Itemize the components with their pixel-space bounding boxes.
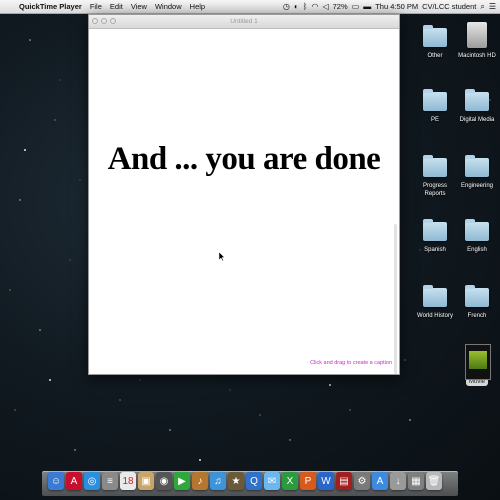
battery-percent[interactable]: 72% [333, 0, 348, 13]
desktop-folder-digital-media[interactable]: Digital Media [447, 86, 500, 124]
dock: ☺ A ◎ ≡ 18 ▣ ◉ ▶ ♪ ♫ ★ Q ✉ X P W ▤ ⚙ A ↓ ▦ 🗑 [42, 471, 458, 496]
desktop-icon-label: French [467, 313, 487, 319]
folder-icon [421, 22, 449, 48]
menu-edit[interactable]: Edit [110, 0, 123, 13]
facetime-icon[interactable]: ▶ [174, 472, 190, 490]
word-icon[interactable]: W [318, 472, 334, 490]
folder-icon [421, 216, 449, 242]
sync-icon[interactable]: ◐ [294, 0, 299, 13]
itunes-icon[interactable]: ♫ [210, 472, 226, 490]
spotlight-icon[interactable]: ⌕ [480, 0, 484, 13]
quicktime-window: Untitled 1 And ... you are done Click an… [88, 14, 400, 375]
folder-icon [463, 216, 491, 242]
menu-window[interactable]: Window [155, 0, 182, 13]
desktop-folder-engineering[interactable]: Engineering [447, 152, 500, 190]
notes-icon[interactable]: ≡ [102, 472, 118, 490]
garageband-icon[interactable]: ♪ [192, 472, 208, 490]
folder-icon [421, 282, 449, 308]
window-titlebar[interactable]: Untitled 1 [89, 15, 399, 29]
imovie-icon[interactable]: ★ [228, 472, 244, 490]
folder-icon [421, 152, 449, 178]
system-preferences-icon[interactable]: ⚙ [354, 472, 370, 490]
calendar-icon[interactable]: 18 [120, 472, 136, 490]
menu-bar: QuickTime Player File Edit View Window H… [0, 0, 500, 14]
folder-icon [421, 86, 449, 112]
hard-drive-icon [463, 22, 491, 48]
notifications-icon[interactable]: ☰ [489, 0, 496, 13]
app-store-icon[interactable]: A [372, 472, 388, 490]
desktop-icon-label: Progress Reports [422, 183, 447, 197]
window-title: Untitled 1 [230, 18, 258, 25]
desktop-icon-label: Digital Media [459, 117, 495, 123]
excel-icon[interactable]: X [282, 472, 298, 490]
desktop-drive-macintosh-hd[interactable]: Macintosh HD [447, 22, 500, 60]
desktop-icon-label: Engineering [460, 183, 494, 189]
powerpoint-icon[interactable]: P [300, 472, 316, 490]
finder-icon[interactable]: ☺ [48, 472, 64, 490]
app-menu[interactable]: QuickTime Player [19, 0, 82, 13]
menu-file[interactable]: File [90, 0, 102, 13]
user-menu[interactable]: CV/LCC student [422, 0, 476, 13]
desktop-folder-french[interactable]: French [447, 282, 500, 320]
documents-icon[interactable]: ▦ [408, 472, 424, 490]
safari-icon[interactable]: ◎ [84, 472, 100, 490]
folder-icon [463, 86, 491, 112]
menu-clock[interactable]: Thu 4:50 PM [375, 0, 418, 13]
folder-icon [463, 152, 491, 178]
desktop-file-movie[interactable]: Movie [447, 344, 500, 386]
mouse-cursor-icon [219, 252, 225, 261]
desktop-icon-label: English [467, 247, 487, 253]
adobe-reader-icon[interactable]: A [66, 472, 82, 490]
folder-icon [463, 282, 491, 308]
movie-file-icon [463, 344, 491, 380]
flag-icon[interactable]: ▬ [363, 0, 371, 13]
video-canvas[interactable]: And ... you are done Click and drag to c… [89, 29, 399, 374]
menu-help[interactable]: Help [190, 0, 205, 13]
messages-icon[interactable]: ✉ [264, 472, 280, 490]
volume-icon[interactable]: ◁ [322, 0, 328, 13]
desktop-folder-english[interactable]: English [447, 216, 500, 254]
photo-icon[interactable]: ▤ [336, 472, 352, 490]
preview-icon[interactable]: ▣ [138, 472, 154, 490]
menu-view[interactable]: View [131, 0, 147, 13]
time-machine-icon[interactable]: ◷ [283, 0, 290, 13]
wifi-icon[interactable]: ◠ [311, 0, 318, 13]
downloads-icon[interactable]: ↓ [390, 472, 406, 490]
trash-icon[interactable]: 🗑 [426, 472, 442, 490]
caption-hint[interactable]: Click and drag to create a caption [310, 360, 392, 366]
scrollbar[interactable] [394, 224, 397, 374]
headline-text: And ... you are done [107, 141, 381, 177]
desktop-icon-label: Macintosh HD [458, 53, 496, 59]
bluetooth-icon[interactable]: ᛒ [303, 0, 308, 13]
battery-icon[interactable]: ▭ [352, 0, 360, 13]
quicktime-icon[interactable]: Q [246, 472, 262, 490]
photo-booth-icon[interactable]: ◉ [156, 472, 172, 490]
